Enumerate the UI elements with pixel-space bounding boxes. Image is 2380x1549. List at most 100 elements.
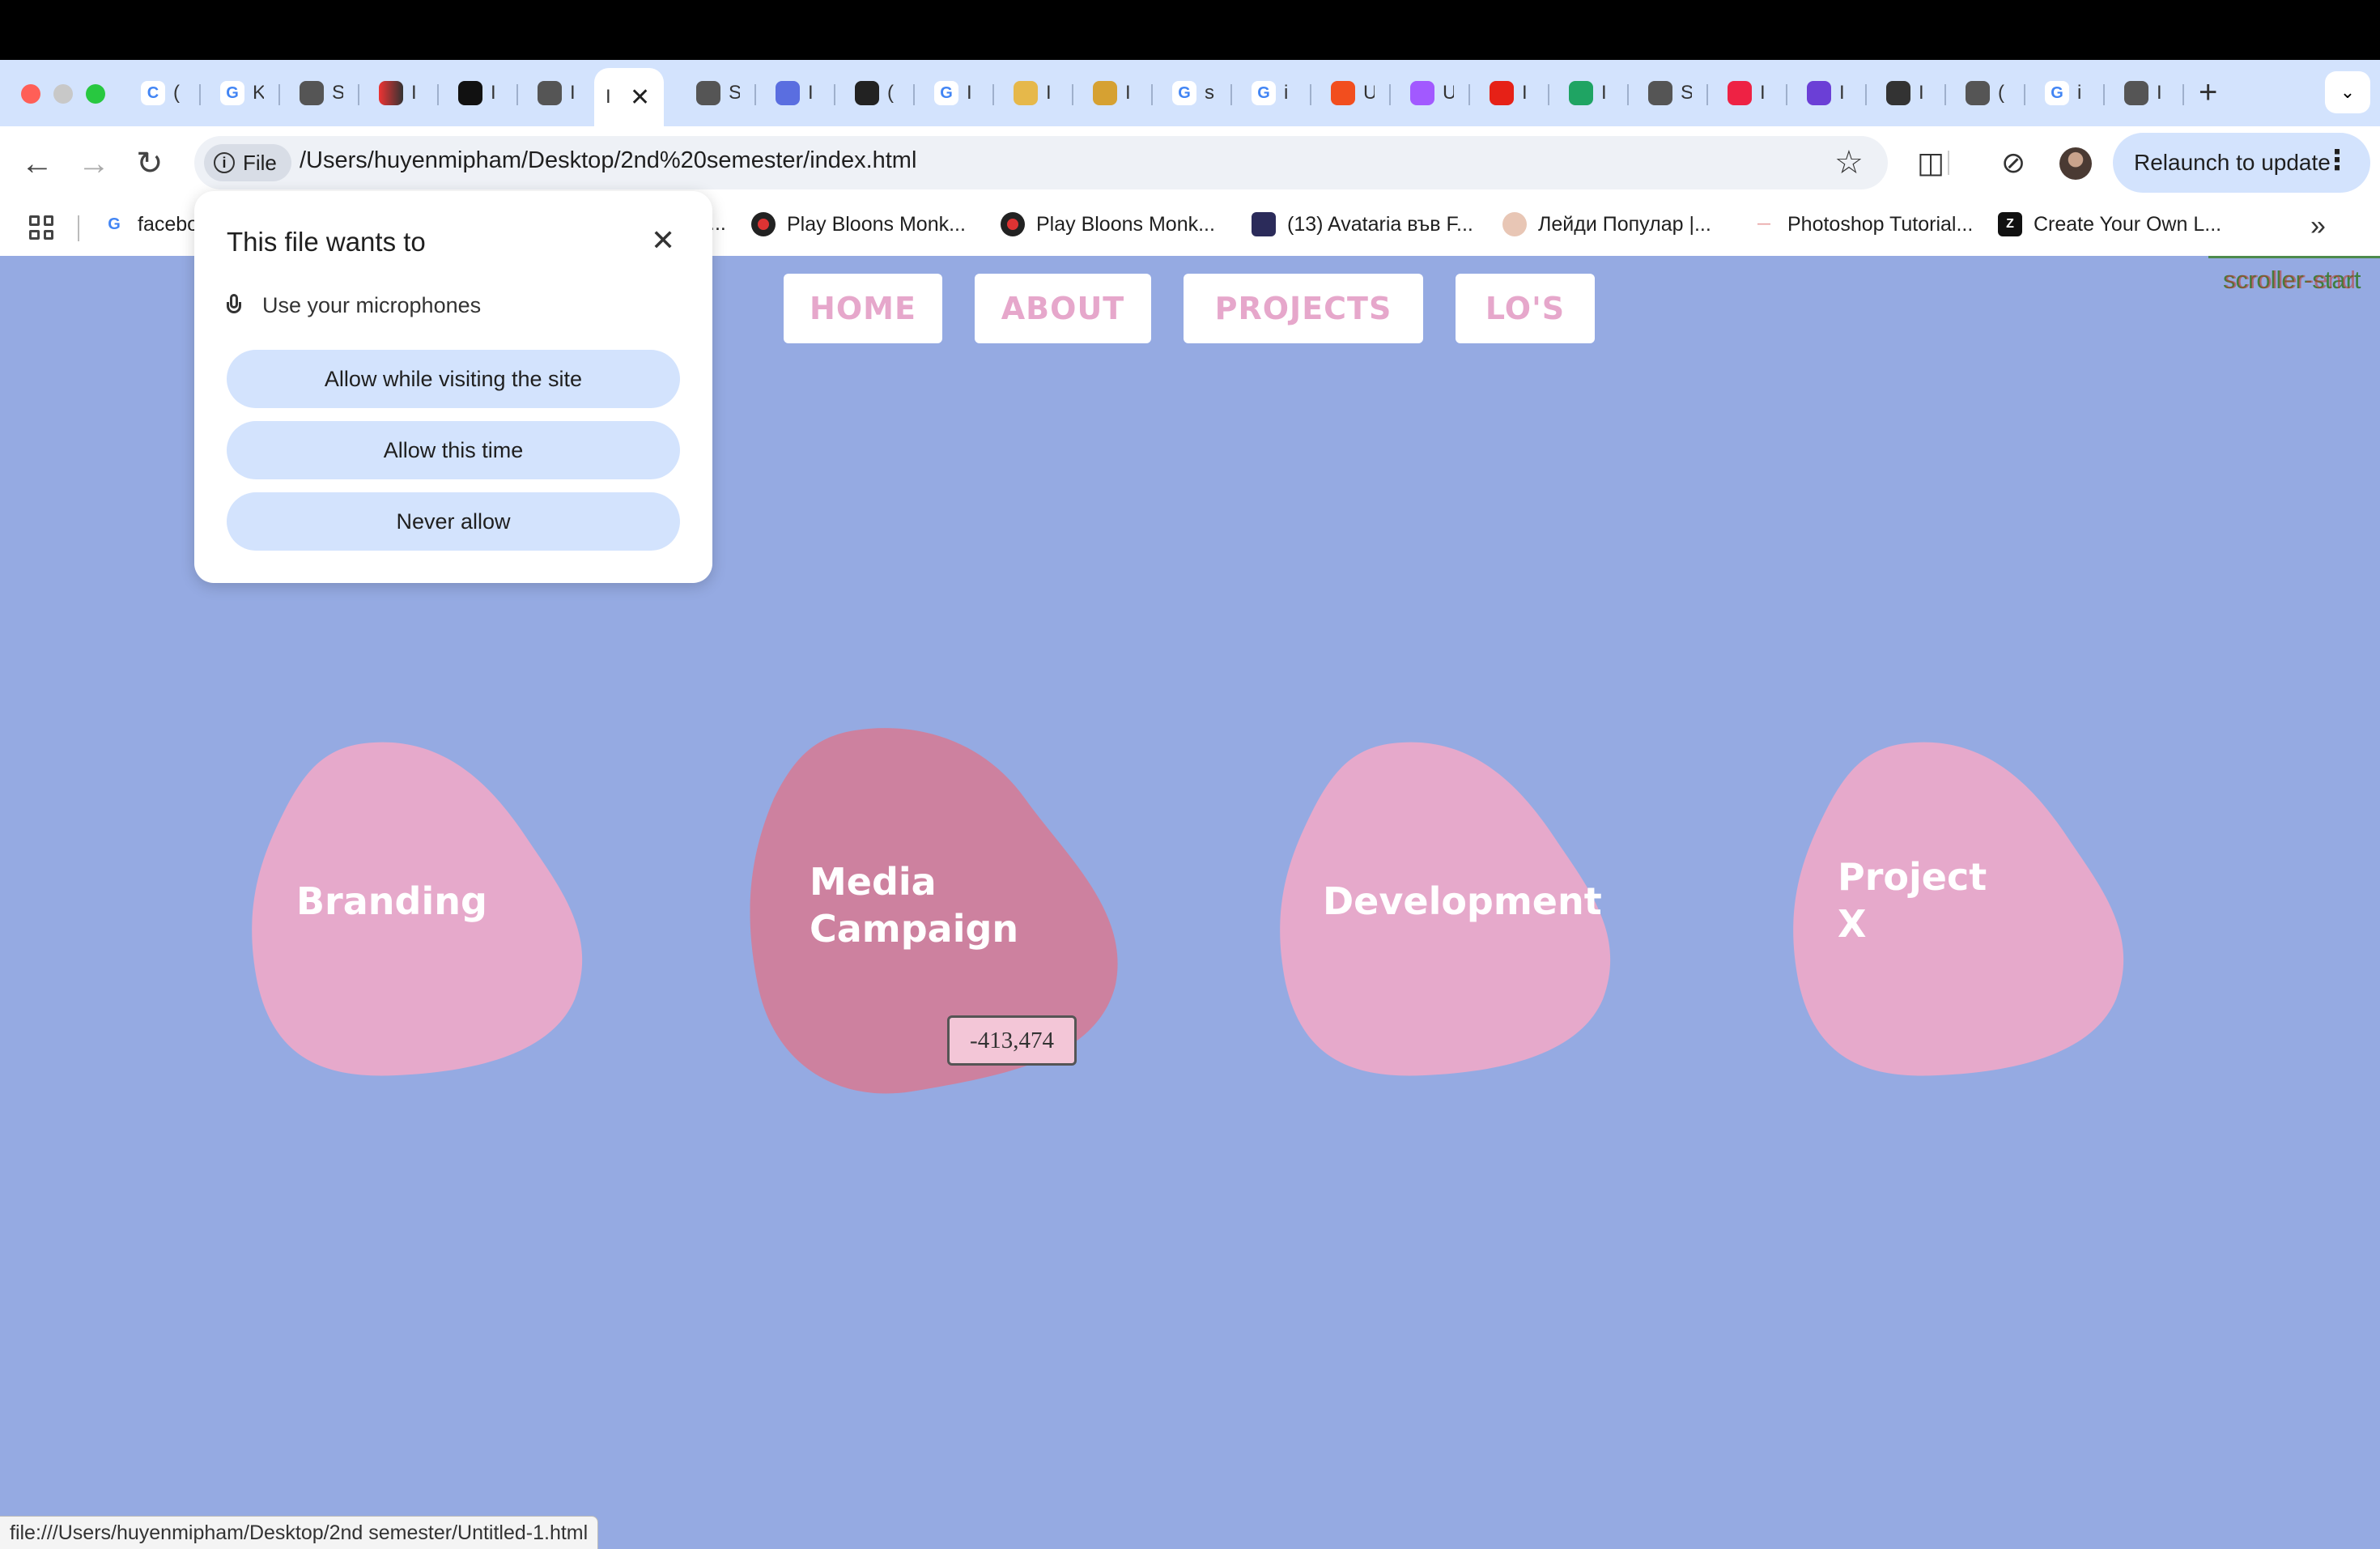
performance-icon[interactable]: ⊘ (2001, 146, 2025, 180)
nav-home-button[interactable]: HOME (784, 274, 942, 343)
tab-favicon-icon: G (934, 81, 958, 105)
tab-item[interactable]: I (2113, 73, 2184, 113)
never-allow-button[interactable]: Never allow (227, 492, 680, 551)
forward-button[interactable]: → (78, 143, 110, 185)
tab-item[interactable]: GI (923, 73, 994, 113)
tab-favicon-icon (1331, 81, 1355, 105)
allow-this-time-button[interactable]: Allow this time (227, 421, 680, 479)
tab-separator (1706, 84, 1708, 105)
tab-separator (1072, 84, 1073, 105)
tab-favicon-icon (1728, 81, 1752, 105)
tab-item[interactable]: I (526, 73, 597, 113)
tab-title: S (1681, 82, 1692, 104)
tab-item[interactable]: S (1637, 73, 1708, 113)
relaunch-label: Relaunch to update (2134, 150, 2331, 175)
tab-item[interactable]: I (1082, 73, 1153, 113)
tab-item[interactable]: I (1002, 73, 1073, 113)
allow-while-visiting-button[interactable]: Allow while visiting the site (227, 350, 680, 408)
tab-item[interactable]: I (764, 73, 835, 113)
tab-item[interactable]: GK (209, 73, 280, 113)
tab-separator (437, 84, 439, 105)
nav-projects-button[interactable]: PROJECTS (1184, 274, 1423, 343)
tab-item[interactable]: S (288, 73, 359, 113)
tab-active[interactable]: I ✕ (594, 68, 664, 126)
bookmark-star-icon[interactable]: ☆ (1834, 144, 1864, 181)
extensions-icon[interactable]: ◫ (1917, 146, 1944, 180)
bookmark-item[interactable]: (13) Avataria във F... (1252, 212, 1473, 236)
profile-avatar[interactable] (2059, 147, 2092, 180)
tab-item[interactable]: Gi (1240, 73, 1311, 113)
reload-button[interactable]: ↻ (136, 143, 164, 185)
tab-item[interactable]: U (1399, 73, 1470, 113)
tab-favicon-icon (1807, 81, 1831, 105)
tab-item[interactable]: I (447, 73, 518, 113)
permission-popup: This file wants to ✕ Use your microphone… (194, 191, 712, 583)
bookmark-item[interactable]: Play Bloons Monk... (751, 212, 966, 236)
bloons-icon (751, 212, 776, 236)
bookmark-item[interactable]: Play Bloons Monk... (1001, 212, 1215, 236)
tab-item[interactable]: I (1478, 73, 1549, 113)
blob-project-x[interactable]: Project X (1792, 740, 2132, 1080)
new-tab-button[interactable]: + (2199, 74, 2217, 111)
tab-item[interactable]: I (1875, 73, 1946, 113)
microphone-icon (227, 293, 241, 318)
bookmark-item[interactable]: Лейди Популар |... (1502, 212, 1711, 236)
tab-separator (516, 84, 518, 105)
bookmark-label: Create Your Own L... (2034, 212, 2222, 236)
tab-item[interactable]: ( (1954, 73, 2025, 113)
tab-title: I (1125, 82, 1131, 104)
site-info-chip[interactable]: i File (204, 144, 291, 181)
tab-title: U (1443, 82, 1454, 104)
tab-title: I (967, 82, 972, 104)
close-icon[interactable]: ✕ (651, 223, 675, 257)
tab-item[interactable]: C( (130, 73, 201, 113)
tab-separator (1865, 84, 1867, 105)
tab-favicon-icon (1648, 81, 1672, 105)
nav-los-button[interactable]: LO'S (1456, 274, 1595, 343)
bookmark-item[interactable]: G facebo (102, 212, 198, 236)
minimize-window-button[interactable] (53, 84, 73, 104)
apps-grid-icon[interactable] (29, 215, 53, 240)
tab-separator (1389, 84, 1391, 105)
blob-label: Branding (296, 879, 487, 923)
bookmark-item[interactable]: — Photoshop Tutorial... (1752, 212, 1973, 236)
close-window-button[interactable] (21, 84, 40, 104)
tab-separator (1627, 84, 1629, 105)
tab-favicon-icon (776, 81, 800, 105)
tab-favicon-icon (1490, 81, 1514, 105)
zipper-icon: Z (1998, 212, 2022, 236)
tab-favicon-icon (538, 81, 562, 105)
tab-item[interactable]: I (368, 73, 439, 113)
tab-item[interactable]: Gi (2034, 73, 2105, 113)
close-icon[interactable]: ✕ (630, 83, 650, 112)
blob-branding[interactable]: Branding (251, 740, 591, 1080)
tab-separator (1468, 84, 1470, 105)
blob-development[interactable]: Development (1279, 740, 1619, 1080)
tab-item[interactable]: I (1716, 73, 1787, 113)
bookmark-label: facebo (138, 212, 199, 236)
tab-separator (2182, 84, 2184, 105)
tab-separator (992, 84, 994, 105)
bookmark-item[interactable]: Z Create Your Own L... (1998, 212, 2221, 236)
tab-item[interactable]: ( (844, 73, 915, 113)
tab-item[interactable]: I (1796, 73, 1867, 113)
tab-title: I (1046, 82, 1052, 104)
address-url[interactable]: /Users/huyenmipham/Desktop/2nd%20semeste… (300, 147, 916, 174)
tab-item[interactable]: I (1558, 73, 1629, 113)
tab-item[interactable]: S (685, 73, 756, 113)
more-bookmarks-icon[interactable]: » (2310, 211, 2326, 242)
nav-about-button[interactable]: ABOUT (975, 274, 1151, 343)
tab-search-button[interactable]: ⌄ (2325, 71, 2370, 113)
tab-title: ( (1998, 82, 2004, 104)
permission-row: Use your microphones (227, 293, 481, 318)
maximize-window-button[interactable] (86, 84, 105, 104)
relaunch-button[interactable]: Relaunch to update ⋮ (2113, 133, 2370, 193)
tab-separator (1310, 84, 1311, 105)
tab-favicon-icon: G (1252, 81, 1276, 105)
tab-favicon-icon: C (141, 81, 165, 105)
tab-favicon-icon (1886, 81, 1910, 105)
site-info-label: File (243, 150, 277, 175)
back-button[interactable]: ← (21, 143, 53, 185)
tab-item[interactable]: Gs (1161, 73, 1232, 113)
tab-item[interactable]: U (1320, 73, 1391, 113)
